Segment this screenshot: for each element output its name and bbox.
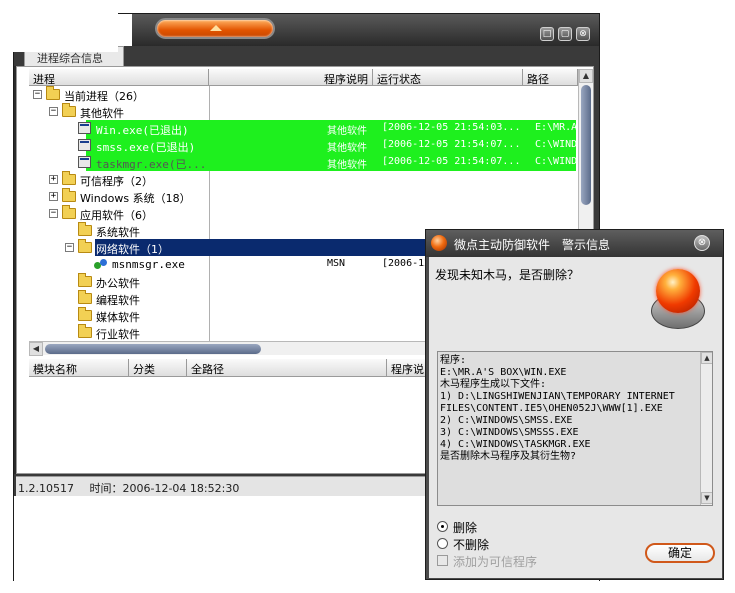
tree-row[interactable]: smss.exe(已退出) 其他软件 [2006-12-05 21:54:07...… xyxy=(29,137,578,154)
column-header-process[interactable]: 进程 xyxy=(29,69,209,86)
alert-title: 微点主动防御软件 警示信息 xyxy=(454,238,611,252)
version-label: 1.2.10517 xyxy=(18,482,74,495)
desktop-corner xyxy=(0,0,118,52)
close-icon[interactable]: ⊗ xyxy=(694,235,710,251)
cell-path: E:\MR.A' xyxy=(535,122,577,133)
column-header-status[interactable]: 运行状态 xyxy=(373,69,523,86)
collapse-icon[interactable]: − xyxy=(49,209,58,218)
alert-body: 发现未知木马，是否删除？ 程序: E:\MR.A'S BOX\WIN.EXE 木… xyxy=(429,257,722,578)
tree-node-label: taskmgr.exe(已... xyxy=(96,158,207,171)
column-header-module-name[interactable]: 模块名称 xyxy=(29,359,129,377)
tree-node-label: 其他软件 xyxy=(80,107,124,120)
collapse-grip-button[interactable] xyxy=(155,18,275,39)
column-header-path[interactable]: 路径 xyxy=(523,69,578,86)
details-textbox[interactable]: 程序: E:\MR.A'S BOX\WIN.EXE 木马程序生成以下文件: 1)… xyxy=(437,351,713,506)
msn-icon xyxy=(94,258,108,271)
alert-title-bar[interactable]: 微点主动防御软件 警示信息 ⊗ xyxy=(426,230,723,257)
tree-row[interactable]: + Windows 系统（18） xyxy=(29,188,578,205)
restore-button[interactable]: ▢ xyxy=(558,27,572,41)
minimize-button[interactable]: □ xyxy=(540,27,554,41)
cell-path: C:\WINDO xyxy=(535,156,577,167)
tree-row[interactable]: Win.exe(已退出) 其他软件 [2006-12-05 21:54:03... E… xyxy=(29,120,578,137)
cell-status: [2006-12-05 21:54:07... xyxy=(382,156,521,167)
folder-icon xyxy=(78,239,92,253)
time-value: 2006-12-04 18:52:30 xyxy=(122,482,240,495)
tree-row[interactable]: + 可信程序（2） xyxy=(29,171,578,188)
scroll-left-button[interactable]: ◀ xyxy=(29,342,43,356)
scroll-up-button[interactable]: ▲ xyxy=(701,352,712,364)
tree-node-label: Win.exe(已退出) xyxy=(96,124,189,137)
exe-icon xyxy=(78,122,91,134)
radio-keep-label: 不删除 xyxy=(453,538,490,552)
tree-node-label: 应用软件（6） xyxy=(80,209,153,222)
folder-icon xyxy=(62,188,76,202)
tree-row[interactable]: − 其他软件 xyxy=(29,103,578,120)
column-header-description[interactable]: 程序说明 xyxy=(209,69,373,86)
cell-status: [2006-12-05 21:54:03... xyxy=(382,122,521,133)
tree-node-label: smss.exe(已退出) xyxy=(96,141,196,154)
tree-node-label: 系统软件 xyxy=(96,226,140,239)
expand-icon[interactable]: + xyxy=(49,175,58,184)
folder-icon xyxy=(62,205,76,219)
checkbox-add-trusted-label: 添加为可信程序 xyxy=(453,555,538,569)
radio-delete-label: 删除 xyxy=(453,521,478,535)
folder-icon xyxy=(46,86,60,100)
cell-description: 其他软件 xyxy=(327,126,367,137)
close-button[interactable]: ⊗ xyxy=(576,27,590,41)
alarm-light-bulb xyxy=(656,269,700,313)
exe-icon xyxy=(78,156,91,168)
scroll-down-button[interactable]: ▼ xyxy=(701,492,712,504)
tree-node-label: 编程软件 xyxy=(96,294,140,307)
folder-icon xyxy=(78,307,92,321)
scroll-up-button[interactable]: ▲ xyxy=(579,69,593,83)
column-header-category[interactable]: 分类 xyxy=(129,359,187,377)
folder-icon xyxy=(78,324,92,338)
folder-icon xyxy=(78,273,92,287)
radio-delete-indicator[interactable] xyxy=(437,521,448,532)
collapse-icon[interactable]: − xyxy=(33,90,42,99)
cell-status: [2006-12-05 21:54:07... xyxy=(382,139,521,150)
folder-icon xyxy=(62,103,76,117)
collapse-icon[interactable]: − xyxy=(65,243,74,252)
folder-icon xyxy=(78,222,92,236)
alert-dialog: 微点主动防御软件 警示信息 ⊗ 发现未知木马，是否删除？ 程序: E:\MR.A… xyxy=(425,229,724,580)
tree-node-label: 当前进程（26） xyxy=(64,90,144,103)
cell-description: 其他软件 xyxy=(327,143,367,154)
cell-description: 其他软件 xyxy=(327,160,367,171)
checkbox-add-trusted-box[interactable] xyxy=(437,555,448,566)
tree-node-label: 媒体软件 xyxy=(96,311,140,324)
horizontal-scroll-thumb[interactable] xyxy=(45,344,261,354)
folder-icon xyxy=(62,171,76,185)
tree-node-label: 办公软件 xyxy=(96,277,140,290)
expand-icon[interactable]: + xyxy=(49,192,58,201)
tree-node-label: 网络软件（1） xyxy=(96,243,169,256)
tree-node-label: msnmsgr.exe xyxy=(112,258,185,271)
process-horizontal-scrollbar[interactable]: ◀ xyxy=(29,341,449,356)
tree-row[interactable]: taskmgr.exe(已... 其他软件 [2006-12-05 21:54:07… xyxy=(29,154,578,171)
status-bar: 1.2.10517 时间：2006-12-04 18:52:30 xyxy=(16,476,436,496)
tree-node-label: 可信程序（2） xyxy=(80,175,153,188)
folder-icon xyxy=(78,290,92,304)
column-header-full-path[interactable]: 全路径 xyxy=(187,359,387,377)
up-arrow-icon xyxy=(210,25,222,31)
tree-node-label: Windows 系统（18） xyxy=(80,192,191,205)
tree-row[interactable]: − 当前进程（26） xyxy=(29,86,578,103)
collapse-icon[interactable]: − xyxy=(49,107,58,116)
exe-icon xyxy=(78,139,91,151)
alert-message: 发现未知木马，是否删除？ xyxy=(435,268,580,282)
tree-row[interactable]: − 应用软件（6） xyxy=(29,205,578,222)
module-table-header: 模块名称 分类 全路径 程序说 xyxy=(29,359,449,377)
scroll-thumb[interactable] xyxy=(581,85,591,205)
time-label: 时间： xyxy=(89,482,123,495)
details-scrollbar[interactable]: ▲ ▼ xyxy=(700,352,712,505)
confirm-button[interactable]: 确定 xyxy=(645,543,715,563)
alarm-light-icon xyxy=(647,267,709,329)
tree-node-label: 行业软件 xyxy=(96,328,140,341)
details-text: 程序: E:\MR.A'S BOX\WIN.EXE 木马程序生成以下文件: 1)… xyxy=(440,355,675,462)
cell-path: C:\WINDO xyxy=(535,139,577,150)
app-logo-icon xyxy=(431,235,447,251)
cell-description: MSN xyxy=(327,258,346,269)
radio-keep-indicator[interactable] xyxy=(437,538,448,549)
